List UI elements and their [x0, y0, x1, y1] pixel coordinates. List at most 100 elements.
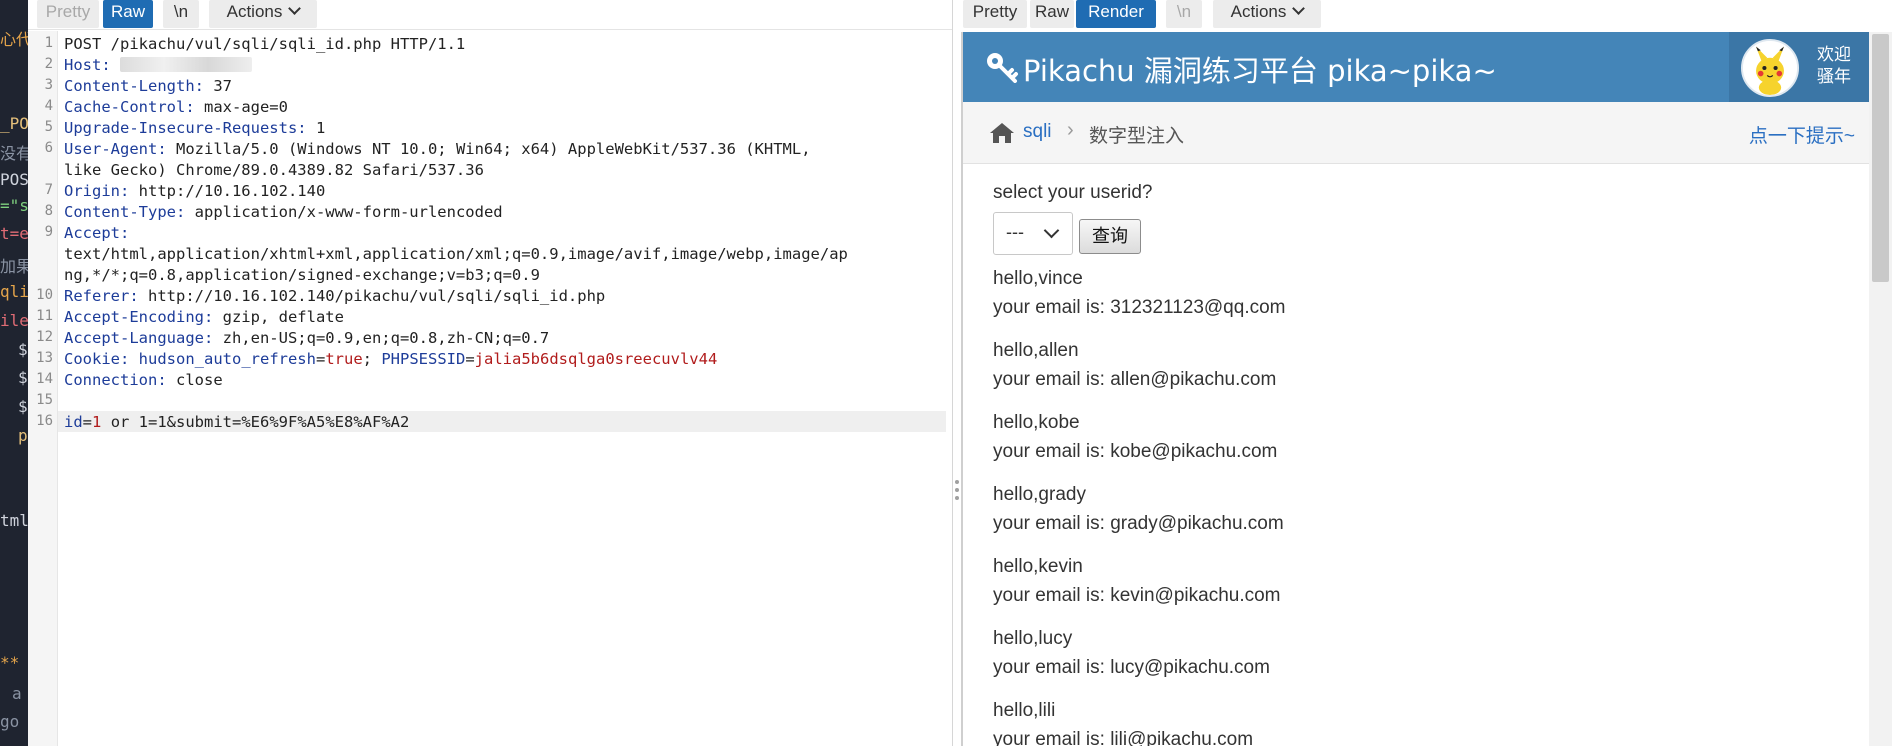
actions-menu[interactable]: Actions	[1213, 0, 1321, 28]
editor-fragment: p	[18, 426, 28, 445]
header-key: Accept:	[64, 224, 130, 242]
header-key: id	[64, 413, 83, 431]
request-pane: Pretty Raw \n Actions 1 POST /pikachu/vul…	[28, 0, 953, 746]
request-line: Connection: close	[64, 371, 223, 389]
result-greeting: hello,vince	[993, 268, 1083, 289]
line-number: 13	[36, 350, 53, 366]
tab-newline[interactable]: \n	[1166, 0, 1202, 28]
tab-raw[interactable]: Raw	[1030, 0, 1074, 28]
header-value: or 1=1&submit=%E6%9F%A5%E8%AF%A2	[101, 413, 410, 431]
request-line: id=1 or 1=1&submit=%E6%9F%A5%E8%AF%A2	[64, 413, 409, 431]
line-number: 7	[44, 182, 53, 198]
editor-fragment: $	[18, 368, 28, 387]
result-email: your email is: allen@pikachu.com	[993, 369, 1277, 390]
header-key: Content-Length:	[64, 77, 204, 95]
param-value: 1	[92, 413, 102, 431]
tab-raw[interactable]: Raw	[103, 0, 153, 28]
editor-fragment: 没有	[0, 144, 28, 163]
result-email: your email is: 312321123@qq.com	[993, 297, 1286, 318]
header-key: Origin:	[64, 182, 130, 200]
header-key: Cache-Control:	[64, 98, 195, 116]
header-key: Accept-Encoding:	[64, 308, 214, 326]
request-line: like Gecko) Chrome/89.0.4389.82 Safari/5…	[64, 161, 484, 179]
request-line: User-Agent: Mozilla/5.0 (Windows NT 10.0…	[64, 140, 811, 158]
site-title: Pikachu 漏洞练习平台 pika~pika~	[1023, 54, 1497, 88]
response-pane: Pretty Raw Render \n Actions Pikachu 漏洞练…	[961, 0, 1892, 746]
request-line: text/html,application/xhtml+xml,applicat…	[64, 245, 848, 263]
line-number: 8	[44, 203, 53, 219]
header-value: zh,en-US;q=0.9,en;q=0.8,zh-CN;q=0.7	[213, 329, 550, 347]
editor-fragment: POS	[0, 170, 28, 189]
header-value: max-age=0	[194, 98, 288, 116]
query-button[interactable]: 查询	[1079, 219, 1141, 254]
request-line: Upgrade-Insecure-Requests: 1	[64, 119, 325, 137]
header-value: Mozilla/5.0 (Windows NT 10.0; Win64; x64…	[166, 140, 811, 158]
result-greeting: hello,allen	[993, 340, 1079, 361]
site-header: Pikachu 漏洞练习平台 pika~pika~ 欢迎骚年	[963, 32, 1869, 102]
header-key: Content-Type:	[64, 203, 186, 221]
editor-fragment: t=e	[0, 224, 28, 243]
tab-pretty[interactable]: Pretty	[963, 0, 1027, 28]
param-value: true	[325, 350, 363, 368]
userid-prompt: select your userid?	[993, 182, 1153, 203]
header-value	[129, 350, 138, 368]
request-line: Cookie: hudson_auto_refresh=true; PHPSES…	[64, 350, 717, 368]
result-greeting: hello,lili	[993, 700, 1056, 721]
hint-link[interactable]: 点一下提示~	[1749, 121, 1855, 148]
request-line: Host:	[64, 56, 253, 74]
header-value: =	[465, 350, 475, 368]
editor-fragment: 心代	[0, 30, 28, 49]
result-greeting: hello,kobe	[993, 412, 1080, 433]
request-line: ng,*/*;q=0.8,application/signed-exchange…	[64, 266, 540, 284]
header-value: close	[166, 371, 223, 389]
line-number: 14	[36, 371, 53, 387]
line-gutter	[28, 31, 58, 746]
request-line: Accept-Language: zh,en-US;q=0.9,en;q=0.8…	[64, 329, 549, 347]
result-email: your email is: grady@pikachu.com	[993, 513, 1284, 534]
header-value: POST /pikachu/vul/sqli/sqli_id.php HTTP/…	[64, 35, 466, 53]
user-area[interactable]: 欢迎骚年	[1729, 32, 1869, 102]
tab-newline[interactable]: \n	[163, 0, 199, 28]
background-editor-strip: 心代 _PO 没有 POS ="s t=e 加果 qli ile $ $ $ p…	[0, 0, 28, 746]
header-value: ;	[362, 350, 382, 368]
response-tab-bar: Pretty Raw Render \n Actions	[961, 0, 1892, 30]
request-editor[interactable]: 1 POST /pikachu/vul/sqli/sqli_id.php HTTP…	[36, 35, 946, 746]
welcome-text: 欢迎骚年	[1817, 45, 1851, 86]
request-line: Cache-Control: max-age=0	[64, 98, 288, 116]
editor-fragment: tml	[0, 511, 28, 530]
editor-fragment: 加果	[0, 257, 28, 276]
avatar[interactable]	[1741, 39, 1799, 97]
header-key: User-Agent:	[64, 140, 167, 158]
header-value: ng,*/*;q=0.8,application/signed-exchange…	[64, 266, 540, 284]
header-key: Host:	[64, 56, 111, 74]
chevron-down-icon	[1292, 2, 1306, 15]
result-greeting: hello,kevin	[993, 556, 1083, 577]
scrollbar-thumb[interactable]	[1872, 34, 1889, 282]
request-line: POST /pikachu/vul/sqli/sqli_id.php HTTP/…	[64, 35, 465, 53]
editor-fragment: a	[12, 684, 22, 703]
key-icon	[987, 53, 1018, 83]
result-greeting: hello,grady	[993, 484, 1086, 505]
param-value: jalia5b6dsqlga0sreecuvlv44	[474, 350, 718, 368]
pikachu-avatar-icon	[1743, 41, 1797, 95]
request-line: Referer: http://10.16.102.140/pikachu/vu…	[64, 287, 605, 305]
result-email: your email is: kobe@pikachu.com	[993, 441, 1278, 462]
header-key: Referer:	[64, 287, 139, 305]
header-key: Cookie:	[64, 350, 130, 368]
actions-menu[interactable]: Actions	[209, 0, 317, 28]
tab-pretty[interactable]: Pretty	[37, 0, 99, 28]
pane-splitter[interactable]	[953, 0, 961, 746]
breadcrumb-link-sqli[interactable]: sqli	[1023, 121, 1052, 143]
render-scrollbar[interactable]	[1869, 32, 1892, 746]
actions-label: Actions	[226, 2, 283, 21]
breadcrumb-separator: ›	[1067, 119, 1074, 141]
line-number: 11	[36, 308, 53, 324]
line-number: 16	[36, 413, 53, 429]
userid-select[interactable]: ---	[993, 212, 1073, 255]
home-icon[interactable]	[989, 121, 1015, 145]
editor-fragment: $	[18, 397, 28, 416]
request-line: Origin: http://10.16.102.140	[64, 182, 325, 200]
breadcrumb: sqli › 数字型注入 点一下提示~	[963, 102, 1869, 164]
tab-render[interactable]: Render	[1076, 0, 1156, 28]
request-line: Content-Type: application/x-www-form-url…	[64, 203, 503, 221]
